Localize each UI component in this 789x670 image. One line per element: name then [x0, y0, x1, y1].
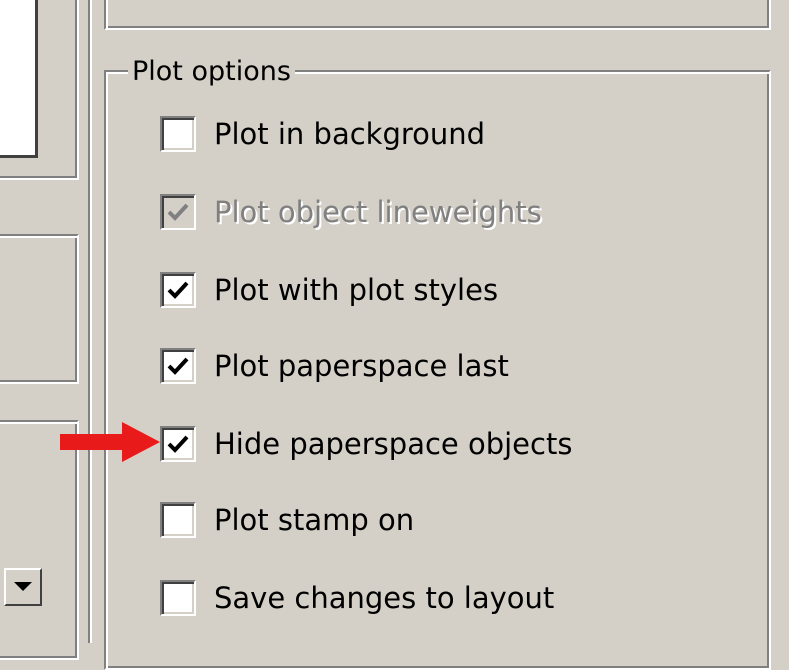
- red-arrow-icon: [60, 422, 160, 462]
- option-label: Plot stamp on: [214, 503, 415, 537]
- top-group-box: [104, 0, 771, 30]
- left-dropdown-button[interactable]: [4, 568, 42, 606]
- option-save-changes-to-layout[interactable]: Save changes to layout: [160, 578, 554, 618]
- checkbox-save-changes-to-layout[interactable]: [160, 580, 196, 616]
- left-group-box-middle: [0, 234, 79, 384]
- option-label: Plot in background: [214, 117, 486, 151]
- checkmark-icon: [167, 203, 189, 221]
- left-group-box-top: [0, 0, 79, 180]
- column-separator: [88, 0, 92, 643]
- checkmark-icon: [167, 435, 189, 453]
- checkbox-plot-paperspace-last[interactable]: [160, 348, 196, 384]
- option-hide-paperspace-objects[interactable]: Hide paperspace objects: [160, 424, 572, 464]
- checkbox-plot-in-background[interactable]: [160, 116, 196, 152]
- checkbox-plot-stamp-on[interactable]: [160, 502, 196, 538]
- checkbox-plot-object-lineweights: [160, 194, 196, 230]
- option-label: Hide paperspace objects: [214, 427, 573, 461]
- option-plot-object-lineweights: Plot object lineweights: [160, 192, 542, 232]
- option-label: Plot object lineweights: [214, 195, 542, 229]
- plot-options-title: Plot options: [128, 56, 295, 88]
- chevron-down-icon: [14, 582, 32, 591]
- checkbox-hide-paperspace-objects[interactable]: [160, 426, 196, 462]
- checkmark-icon: [167, 357, 189, 375]
- option-label: Plot paperspace last: [214, 349, 509, 383]
- checkmark-icon: [167, 281, 189, 299]
- option-plot-paperspace-last[interactable]: Plot paperspace last: [160, 346, 509, 386]
- option-plot-stamp-on[interactable]: Plot stamp on: [160, 500, 414, 540]
- option-plot-with-plot-styles[interactable]: Plot with plot styles: [160, 270, 498, 310]
- option-label: Save changes to layout: [214, 581, 555, 615]
- option-plot-in-background[interactable]: Plot in background: [160, 114, 485, 154]
- option-label: Plot with plot styles: [214, 273, 499, 307]
- checkbox-plot-with-plot-styles[interactable]: [160, 272, 196, 308]
